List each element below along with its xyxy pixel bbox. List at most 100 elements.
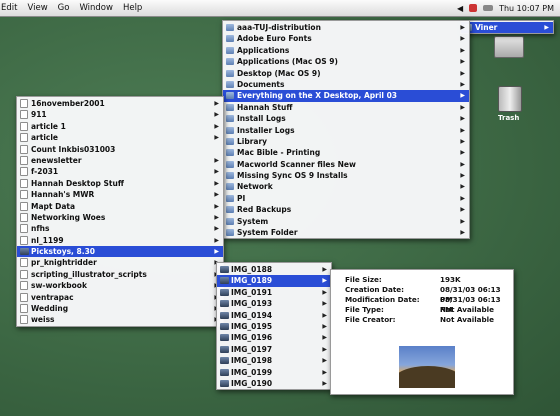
- menu-clock[interactable]: Thu 10:07 PM: [499, 4, 554, 13]
- menu-item[interactable]: Missing Sync OS 9 Installs ▶: [223, 170, 469, 181]
- flag-icon[interactable]: [469, 4, 478, 12]
- menu-item[interactable]: Mac Bible - Printing ▶: [223, 147, 469, 158]
- menu-item[interactable]: f-2031 ▶: [17, 166, 223, 177]
- menu-item[interactable]: article ▶: [17, 132, 223, 143]
- menu-item[interactable]: Pickstoys, 8.30 ▶: [17, 246, 223, 258]
- menu-help[interactable]: Help: [118, 3, 147, 13]
- submenu-arrow-icon: ▶: [214, 122, 219, 130]
- menu-item[interactable]: Installer Logs ▶: [223, 125, 469, 136]
- submenu-arrow-icon: ▶: [214, 225, 219, 233]
- menu-item[interactable]: Count Inkbis031003: [17, 144, 223, 155]
- menu-item-label: Wedding: [31, 304, 69, 314]
- menu-item[interactable]: IMG_0194 ▶: [217, 310, 331, 321]
- menu-item[interactable]: Install Logs ▶: [223, 113, 469, 124]
- trash-icon[interactable]: [498, 86, 522, 112]
- menu-item[interactable]: Hannah's MWR ▶: [17, 189, 223, 200]
- menu-item[interactable]: ventrapac▶: [17, 292, 223, 303]
- menu-item[interactable]: IMG_0191 ▶: [217, 287, 331, 298]
- submenu-arrow-icon: ▶: [460, 24, 465, 31]
- menu-item[interactable]: aaa-TUJ-distribution ▶: [223, 22, 469, 33]
- menu-item[interactable]: Adobe Euro Fonts ▶: [223, 33, 469, 44]
- folder-icon: [226, 46, 234, 54]
- submenu-arrow-icon: ▶: [214, 134, 219, 142]
- menu-window[interactable]: Window: [74, 3, 118, 13]
- menu-item[interactable]: IMG_0196 ▶: [217, 332, 331, 343]
- menu-item[interactable]: Hannah Desktop Stuff ▶: [17, 178, 223, 189]
- menu-item-label: Desktop (Mac OS 9): [237, 68, 321, 78]
- info-key: File Type:: [345, 305, 384, 314]
- info-key: Modification Date:: [345, 295, 420, 304]
- menu-item[interactable]: Everything on the X Desktop, April 03 ▶: [223, 90, 469, 102]
- submenu-arrow-icon: ▶: [322, 322, 327, 330]
- menu-item-label: Everything on the X Desktop, April 03: [237, 91, 398, 101]
- menu-item[interactable]: Applications ▶: [223, 45, 469, 56]
- menu-item[interactable]: Applications (Mac OS 9) ▶: [223, 56, 469, 67]
- menu-item[interactable]: Red Backups ▶: [223, 204, 469, 215]
- menu-item-label: Pickstoys, 8.30: [31, 247, 96, 257]
- menu-item[interactable]: Networking Woes ▶: [17, 212, 223, 223]
- menu-item-label: sw-workbook: [31, 281, 87, 291]
- menu-item[interactable]: article 1 ▶: [17, 121, 223, 132]
- menu-item[interactable]: Documents ▶: [223, 79, 469, 90]
- menu-item-label: IMG_0197: [231, 344, 273, 354]
- menu-item[interactable]: System Folder ▶: [223, 227, 469, 238]
- menu-item-label: 16november2001: [31, 99, 105, 108]
- menu-item[interactable]: IMG_0188 ▶: [217, 264, 331, 275]
- menu-item[interactable]: System ▶: [223, 216, 469, 227]
- folder-icon: [226, 115, 234, 123]
- menu-item[interactable]: Wedding▶: [17, 303, 223, 314]
- drive-icon[interactable]: [494, 36, 524, 58]
- speaker-icon[interactable]: ◀: [457, 4, 463, 13]
- menu-item[interactable]: pr_knightridder▶: [17, 257, 223, 268]
- submenu-arrow-icon: ▶: [460, 35, 465, 43]
- battery-icon[interactable]: [483, 5, 494, 11]
- document-icon: [20, 121, 28, 131]
- folder-icon: [226, 58, 234, 66]
- menu-item[interactable]: IMG_0189 ▶: [217, 275, 331, 287]
- menu-item[interactable]: Mapt Data ▶: [17, 201, 223, 212]
- folder-icon: [226, 24, 234, 31]
- menu-item[interactable]: IMG_0190 ▶: [217, 378, 331, 389]
- menu-item[interactable]: enewsletter ▶: [17, 155, 223, 166]
- menu-item[interactable]: IMG_0195 ▶: [217, 321, 331, 332]
- menu-item-label: Library: [237, 136, 268, 146]
- menu-item-label: IMG_0196: [231, 333, 273, 343]
- menu-item[interactable]: IMG_0193 ▶: [217, 298, 331, 309]
- menu-item[interactable]: PI ▶: [223, 193, 469, 204]
- menu-item[interactable]: IMG_0199 ▶: [217, 367, 331, 378]
- home-folder-menu: aaa-TUJ-distribution ▶ Adobe Euro Fonts ▶ Ap…: [222, 20, 470, 240]
- menu-item[interactable]: Viner ▶: [461, 22, 553, 34]
- document-icon: [20, 201, 28, 211]
- menu-item[interactable]: 911 ▶: [17, 109, 223, 120]
- menu-edit[interactable]: Edit: [0, 3, 22, 13]
- menu-item[interactable]: weiss▶: [17, 314, 223, 325]
- menu-item-label: scripting_illustrator_scripts: [31, 269, 147, 279]
- menu-item[interactable]: Desktop (Mac OS 9) ▶: [223, 68, 469, 79]
- menu-item[interactable]: sw-workbook▶: [17, 280, 223, 291]
- info-value: 193K: [440, 275, 461, 284]
- menu-item[interactable]: nl_1199 ▶: [17, 235, 223, 246]
- submenu-arrow-icon: ▶: [214, 191, 219, 199]
- submenu-arrow-icon: ▶: [214, 236, 219, 244]
- menu-item-label: aaa-TUJ-distribution: [237, 23, 321, 32]
- menu-item-label: Hannah Desktop Stuff: [31, 178, 124, 188]
- menu-item[interactable]: Network ▶: [223, 181, 469, 192]
- menu-view[interactable]: View: [22, 3, 52, 13]
- submenu-arrow-icon: ▶: [322, 379, 327, 387]
- menu-item-label: Applications (Mac OS 9): [237, 57, 338, 67]
- menu-go[interactable]: Go: [53, 3, 75, 13]
- menu-item[interactable]: 16november2001 ▶: [17, 98, 223, 109]
- menu-item-label: article 1: [31, 121, 66, 131]
- folder-icon: [226, 160, 234, 168]
- menu-item[interactable]: nfhs ▶: [17, 223, 223, 234]
- image-file-icon: [220, 345, 229, 353]
- info-key: File Creator:: [345, 315, 396, 324]
- document-icon: [20, 258, 28, 268]
- menu-item[interactable]: Macworld Scanner files New ▶: [223, 159, 469, 170]
- menu-item[interactable]: IMG_0198 ▶: [217, 355, 331, 366]
- menu-item[interactable]: Hannah Stuff ▶: [223, 102, 469, 113]
- menu-item[interactable]: IMG_0197 ▶: [217, 344, 331, 355]
- menu-item-label: PI: [237, 193, 246, 203]
- menu-item[interactable]: Library ▶: [223, 136, 469, 147]
- menu-item[interactable]: scripting_illustrator_scripts▶: [17, 269, 223, 280]
